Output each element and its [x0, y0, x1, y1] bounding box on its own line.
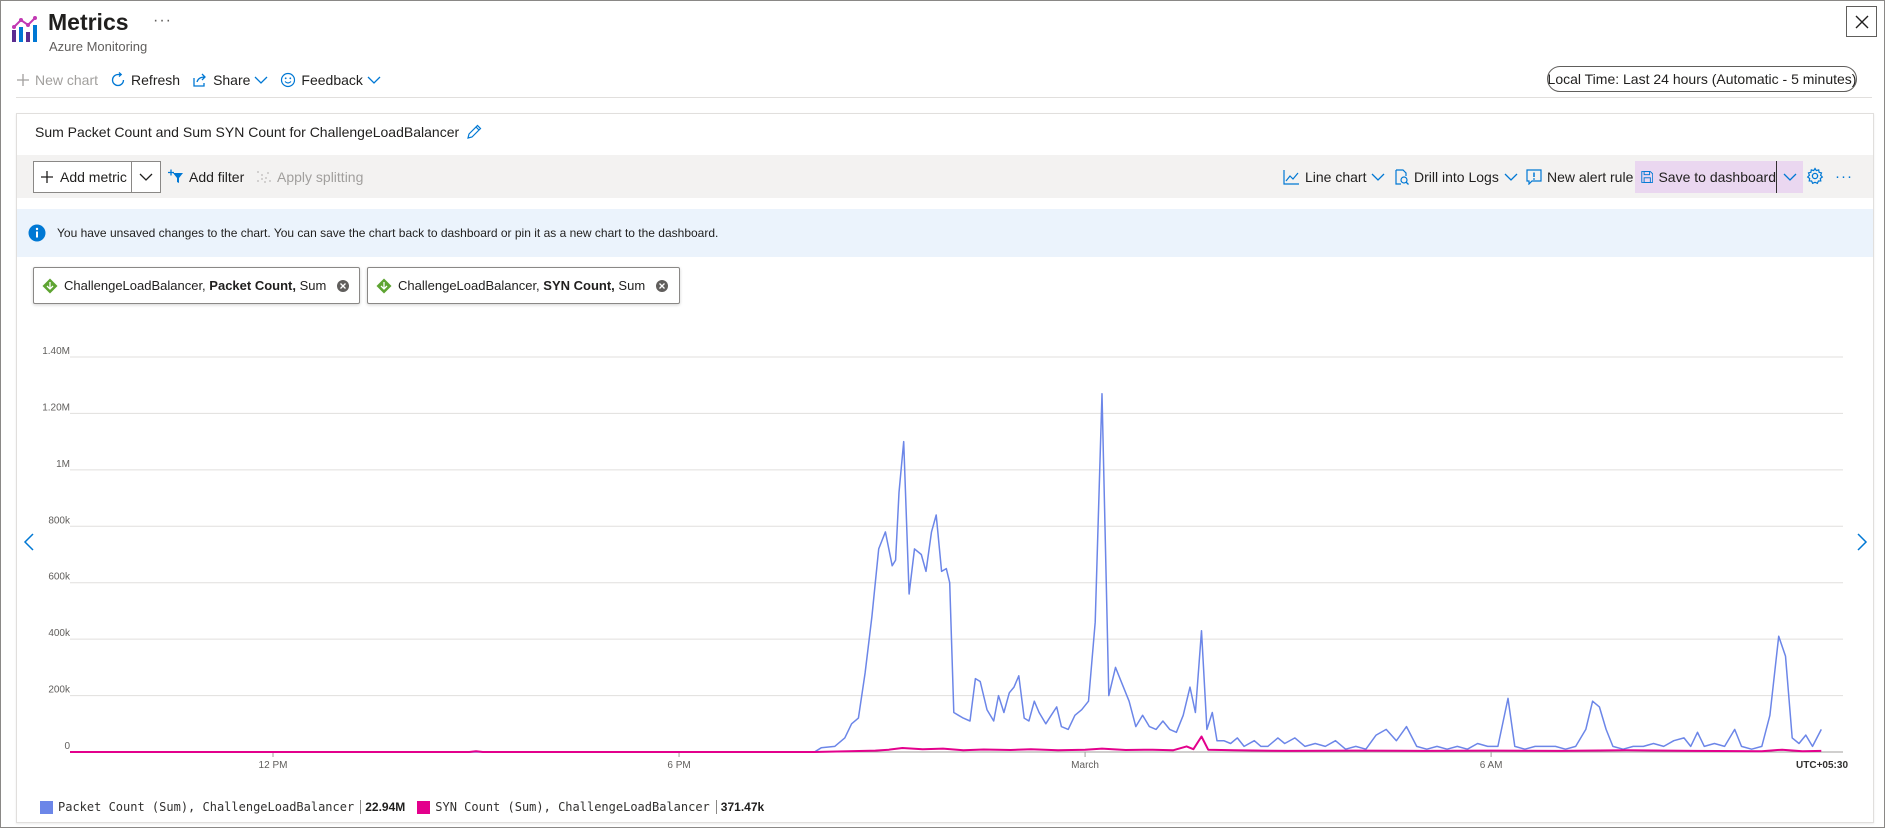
- legend-value-syn-count: 371.47k: [715, 800, 764, 814]
- y-tick-label: 800k: [48, 515, 71, 526]
- info-message: You have unsaved changes to the chart. Y…: [57, 226, 719, 240]
- gear-icon[interactable]: [1806, 167, 1824, 185]
- apply-splitting-button[interactable]: Apply splitting: [256, 161, 363, 193]
- y-tick-label: 1.20M: [42, 402, 70, 413]
- chevron-down-icon: [1783, 173, 1797, 181]
- share-button[interactable]: Share: [192, 66, 268, 94]
- x-tick-label: 6 PM: [667, 760, 690, 771]
- refresh-button[interactable]: Refresh: [110, 66, 180, 94]
- line-chart-icon: [1283, 170, 1299, 185]
- metric-pill[interactable]: ChallengeLoadBalancer, Packet Count, Sum: [33, 267, 360, 304]
- load-balancer-icon: [376, 278, 392, 293]
- close-button[interactable]: [1846, 6, 1877, 37]
- remove-metric-icon[interactable]: [336, 279, 350, 293]
- save-to-dashboard-label: Save to dashboard: [1658, 169, 1776, 185]
- feedback-button[interactable]: Feedback: [280, 66, 381, 94]
- add-filter-button[interactable]: Add filter: [168, 161, 244, 193]
- more-options-button[interactable]: ···: [1835, 168, 1853, 185]
- add-metric-dropdown[interactable]: [132, 162, 160, 192]
- y-tick-label: 0: [64, 741, 70, 752]
- refresh-label: Refresh: [131, 72, 181, 88]
- feedback-label: Feedback: [301, 72, 363, 88]
- y-tick-label: 400k: [48, 628, 71, 639]
- pill-aggregation: Sum: [299, 278, 327, 293]
- filter-icon: [168, 169, 183, 183]
- pill-metric: Packet Count,: [209, 278, 296, 293]
- new-alert-rule-button[interactable]: New alert rule: [1526, 161, 1633, 193]
- add-metric-split-button: Add metric: [33, 161, 161, 193]
- drill-into-logs-button[interactable]: Drill into Logs: [1393, 161, 1518, 193]
- new-chart-label: New chart: [35, 72, 99, 88]
- unsaved-changes-banner: You have unsaved changes to the chart. Y…: [17, 209, 1873, 257]
- refresh-icon: [111, 72, 125, 87]
- save-to-dashboard-button[interactable]: Save to dashboard: [1635, 161, 1777, 193]
- new-chart-button[interactable]: New chart: [16, 66, 98, 94]
- alert-icon: [1526, 169, 1542, 185]
- legend-name-syn-count[interactable]: SYN Count (Sum), ChallengeLoadBalancer: [435, 800, 710, 814]
- pill-resource: ChallengeLoadBalancer,: [64, 278, 206, 293]
- save-to-dashboard-split-button: Save to dashboard: [1635, 161, 1803, 193]
- x-tick-label: 12 PM: [259, 760, 288, 771]
- line-chart-button[interactable]: Line chart: [1283, 161, 1385, 193]
- y-tick-label: 200k: [48, 685, 71, 696]
- chart-legend: Packet Count (Sum), ChallengeLoadBalance…: [40, 800, 776, 814]
- close-icon: [1855, 15, 1868, 28]
- load-balancer-icon: [42, 278, 58, 293]
- legend-name-packet-count[interactable]: Packet Count (Sum), ChallengeLoadBalance…: [58, 800, 354, 814]
- new-alert-rule-label: New alert rule: [1547, 169, 1634, 185]
- share-label: Share: [213, 72, 251, 88]
- y-tick-label: 1M: [56, 459, 70, 470]
- chevron-down-icon: [139, 173, 153, 181]
- drill-into-logs-label: Drill into Logs: [1414, 169, 1499, 185]
- x-tick-label: 6 AM: [1480, 760, 1503, 771]
- title-more-button[interactable]: ···: [153, 12, 172, 30]
- plus-icon: [17, 74, 29, 86]
- time-range-button[interactable]: Local Time: Last 24 hours (Automatic - 5…: [1547, 66, 1857, 92]
- x-tick-label: March: [1071, 760, 1099, 771]
- share-icon: [193, 73, 206, 87]
- pill-aggregation: Sum: [618, 278, 646, 293]
- chevron-right-icon[interactable]: [1856, 532, 1868, 552]
- chart-title: Sum Packet Count and Sum SYN Count for C…: [35, 124, 482, 140]
- splitting-icon: [257, 171, 271, 183]
- save-icon: [1641, 171, 1654, 183]
- page-title: Metrics: [48, 9, 129, 35]
- logs-icon: [1395, 169, 1409, 185]
- info-icon: [28, 224, 46, 242]
- command-bar-divider: [16, 97, 1872, 98]
- chevron-left-icon[interactable]: [23, 532, 35, 552]
- command-bar: New chart Refresh Share Feedback: [16, 66, 393, 94]
- add-metric-label: Add metric: [60, 169, 127, 185]
- timezone-label: UTC+05:30: [1796, 760, 1848, 771]
- plus-icon: [41, 171, 53, 183]
- smiley-icon: [281, 72, 296, 88]
- legend-swatch-packet-count: [40, 800, 53, 814]
- apply-splitting-label: Apply splitting: [277, 169, 364, 185]
- chevron-down-icon: [1504, 173, 1518, 181]
- y-tick-label: 600k: [48, 572, 71, 583]
- legend-value-packet-count: 22.94M: [360, 800, 405, 814]
- chevron-down-icon: [1372, 173, 1385, 181]
- chevron-down-icon: [254, 76, 268, 84]
- add-filter-label: Add filter: [189, 169, 245, 185]
- chevron-down-icon: [367, 76, 381, 84]
- chart-title-text: Sum Packet Count and Sum SYN Count for C…: [35, 124, 460, 140]
- remove-metric-icon[interactable]: [655, 279, 669, 293]
- line-chart-label: Line chart: [1305, 169, 1367, 185]
- legend-swatch-syn-count: [417, 800, 431, 814]
- save-to-dashboard-dropdown[interactable]: [1777, 161, 1803, 193]
- y-tick-label: 1.40M: [42, 346, 70, 357]
- pill-resource: ChallengeLoadBalancer,: [398, 278, 540, 293]
- pencil-icon[interactable]: [466, 124, 482, 140]
- page-subtitle: Azure Monitoring: [49, 39, 148, 54]
- metric-pill[interactable]: ChallengeLoadBalancer, SYN Count, Sum: [367, 267, 680, 304]
- add-metric-button[interactable]: Add metric: [34, 162, 133, 192]
- pill-metric: SYN Count,: [543, 278, 615, 293]
- metrics-logo-icon: [12, 16, 37, 42]
